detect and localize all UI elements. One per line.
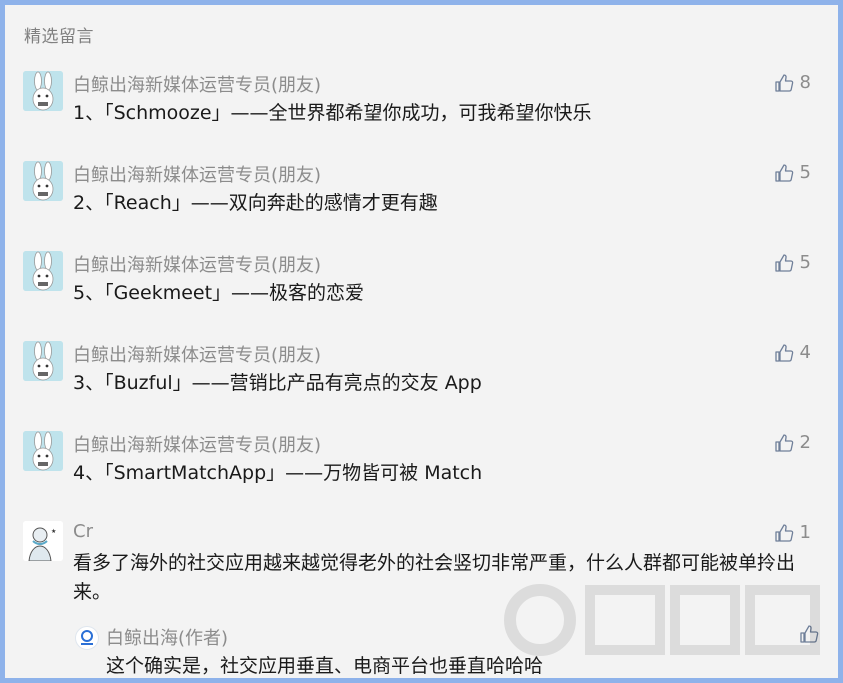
thumbs-up-icon [774, 523, 794, 543]
baijing-logo-icon [75, 626, 99, 650]
comment-nickname[interactable]: 白鲸出海新媒体运营专员(朋友) [73, 161, 321, 187]
watermark-logo [495, 580, 825, 664]
thumbs-up-icon [774, 433, 794, 453]
like-count: 5 [799, 162, 811, 183]
reply-nickname[interactable]: 白鲸出海(作者) [106, 624, 228, 650]
like-button[interactable]: 8 [774, 72, 811, 93]
comment-nickname[interactable]: 白鲸出海新媒体运营专员(朋友) [73, 251, 321, 277]
comment-nickname[interactable]: 白鲸出海新媒体运营专员(朋友) [73, 341, 321, 367]
svg-text:★: ★ [51, 528, 56, 535]
section-title: 精选留言 [24, 27, 94, 47]
comment-content: 3、「Buzful」——营销比产品有亮点的交友 App [73, 372, 482, 394]
thumbs-up-icon [774, 253, 794, 273]
rabbit-avatar-icon[interactable] [23, 431, 63, 471]
thumbs-up-icon [774, 73, 794, 93]
like-button[interactable]: 5 [774, 252, 811, 273]
like-button[interactable]: 4 [774, 342, 811, 363]
comment-nickname[interactable]: Cr [73, 521, 93, 542]
rabbit-avatar-icon[interactable] [23, 341, 63, 381]
reply-content: 这个确实是，社交应用垂直、电商平台也垂直哈哈哈 [106, 655, 544, 677]
thumbs-up-icon [774, 163, 794, 183]
comment-content: 4、「SmartMatchApp」——万物皆可被 Match [73, 462, 483, 484]
user-avatar-icon[interactable]: ★ [23, 521, 63, 561]
like-count: 1 [799, 522, 811, 543]
like-button[interactable]: 5 [774, 162, 811, 183]
comment-content: 2、「Reach」——双向奔赴的感情才更有趣 [73, 192, 438, 214]
like-button[interactable]: 1 [774, 522, 811, 543]
rabbit-avatar-icon[interactable] [23, 71, 63, 111]
thumbs-up-icon [774, 343, 794, 363]
comment-nickname[interactable]: 白鲸出海新媒体运营专员(朋友) [73, 71, 321, 97]
like-count: 2 [799, 432, 811, 453]
comment-content: 1、「Schmooze」——全世界都希望你成功，可我希望你快乐 [73, 102, 592, 124]
like-count: 4 [799, 342, 811, 363]
comment-nickname[interactable]: 白鲸出海新媒体运营专员(朋友) [73, 431, 321, 457]
like-count: 8 [799, 72, 811, 93]
comments-panel: 精选留言 白鲸出海新媒体运营专员(朋友) 1、「Schmooze」——全世界都希… [0, 0, 843, 683]
rabbit-avatar-icon[interactable] [23, 161, 63, 201]
like-button[interactable]: 2 [774, 432, 811, 453]
comment-content: 5、「Geekmeet」——极客的恋爱 [73, 282, 365, 304]
like-count: 5 [799, 252, 811, 273]
rabbit-avatar-icon[interactable] [23, 251, 63, 291]
